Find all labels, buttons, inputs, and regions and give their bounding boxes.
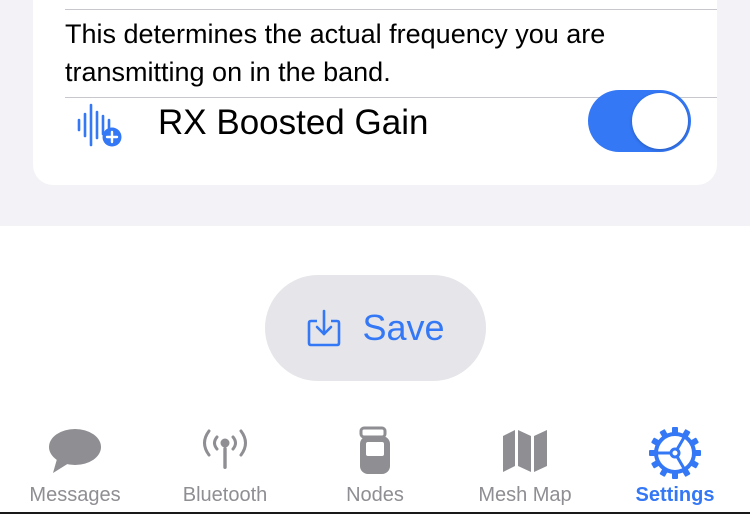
toggle-knob — [632, 93, 688, 149]
antenna-radiowaves-icon — [203, 429, 247, 469]
tab-label: Mesh Map — [478, 484, 572, 506]
rx-boosted-gain-toggle[interactable] — [588, 90, 691, 152]
map-icon — [503, 430, 547, 472]
save-label: Save — [362, 307, 445, 348]
save-button[interactable]: Save — [265, 275, 486, 381]
divider — [65, 9, 717, 10]
tab-label: Bluetooth — [182, 484, 268, 506]
flipphone-icon — [359, 426, 390, 474]
settings-section: This determines the actual frequency you… — [0, 0, 750, 226]
tab-mesh-map[interactable]: Mesh Map — [450, 422, 600, 514]
bottom-area: Save Messages Bluetooth Nodes Mesh Map S… — [0, 226, 750, 514]
square-arrow-down-icon — [308, 309, 341, 347]
rx-boosted-gain-row: RX Boosted Gain — [33, 90, 717, 165]
frequency-description: This determines the actual frequency you… — [65, 19, 606, 87]
tab-nodes[interactable]: Nodes — [300, 422, 450, 514]
chat-bubble-icon — [49, 429, 101, 473]
lora-config-card: This determines the actual frequency you… — [33, 0, 717, 185]
tab-bar: Messages Bluetooth Nodes Mesh Map Settin… — [0, 422, 750, 514]
tab-bluetooth[interactable]: Bluetooth — [150, 422, 300, 514]
tab-label: Nodes — [346, 484, 404, 506]
tab-settings[interactable]: Settings — [600, 422, 750, 514]
rx-boosted-gain-label: RX Boosted Gain — [158, 103, 429, 142]
waveform-plus-icon — [77, 103, 122, 147]
tab-label: Settings — [635, 484, 715, 506]
tab-label: Messages — [29, 484, 121, 506]
tab-messages[interactable]: Messages — [0, 422, 150, 514]
gear-icon — [649, 427, 701, 479]
